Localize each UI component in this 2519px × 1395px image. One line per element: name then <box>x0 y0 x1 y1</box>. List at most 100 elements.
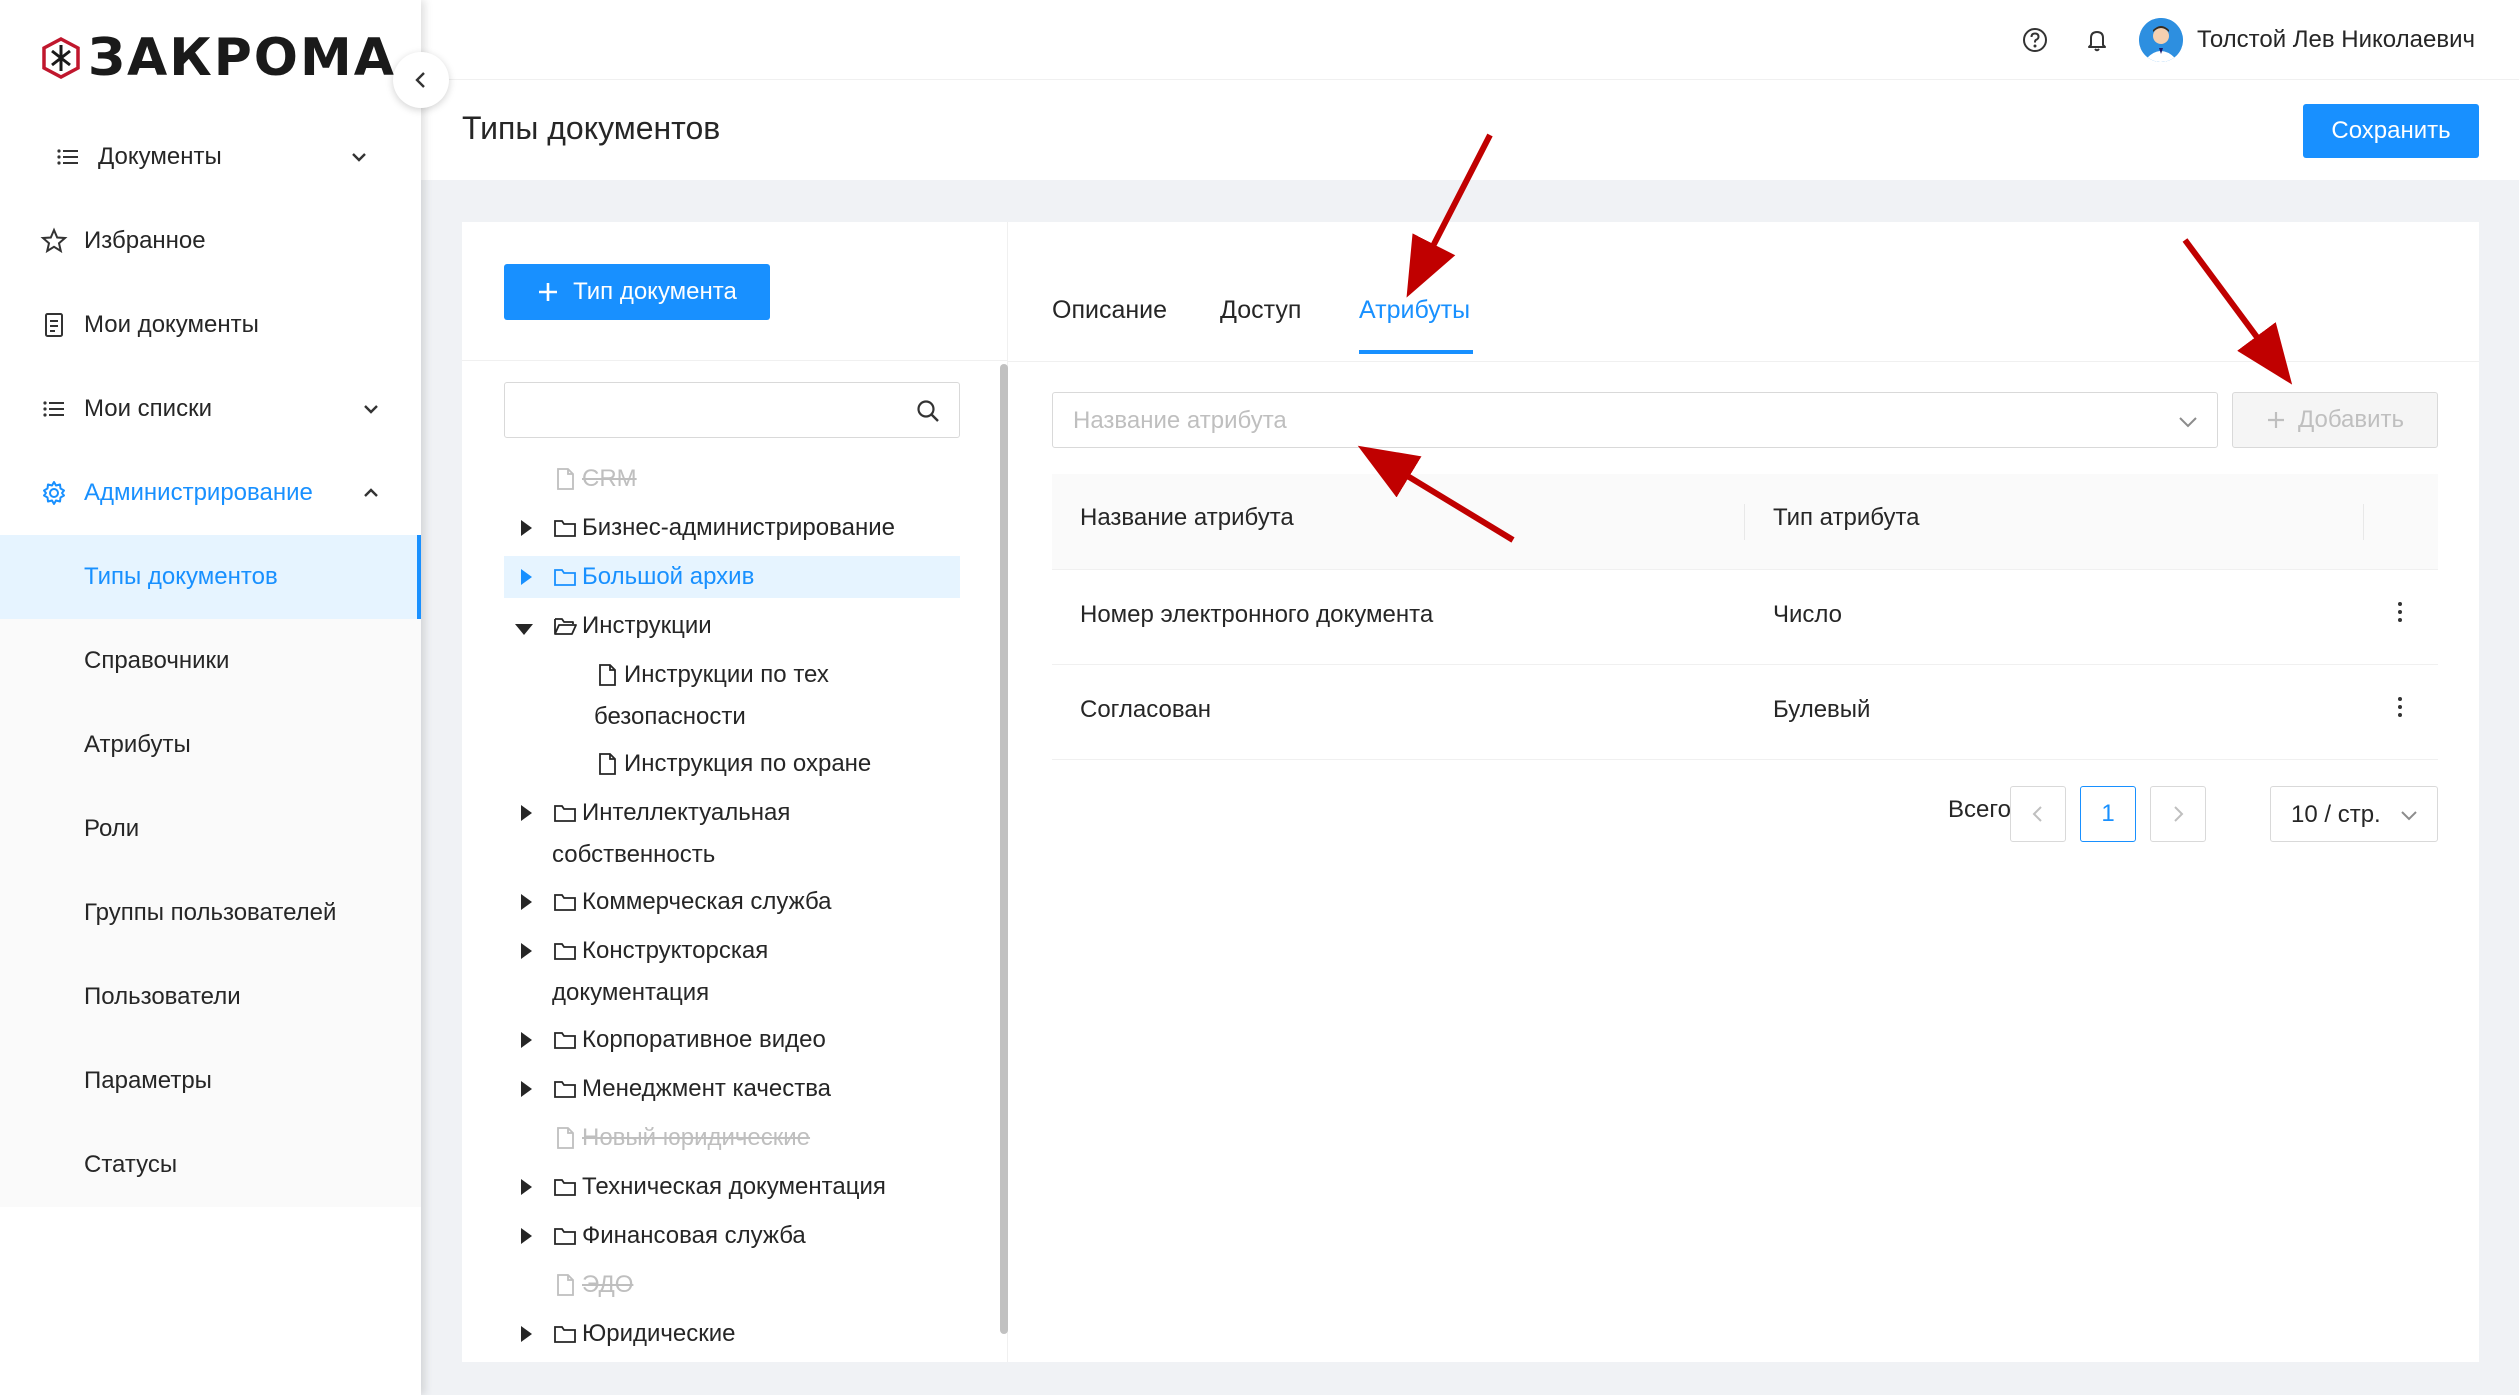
sidebar-subitem-label: Справочники <box>84 647 230 674</box>
chevron-right-icon <box>2174 806 2184 822</box>
tree-node[interactable]: Финансовая служба <box>552 1215 806 1257</box>
tree-node-label: Интеллектуальная <box>582 799 791 826</box>
caret-right-icon[interactable] <box>518 1080 534 1098</box>
tree-node[interactable]: Техническая документация <box>552 1166 886 1208</box>
column-divider <box>2363 504 2364 540</box>
sidebar-subitem-roles[interactable]: Роли <box>0 787 421 871</box>
folder-icon <box>554 1179 576 1196</box>
tree-node[interactable]: Инструкции <box>552 605 712 647</box>
sidebar-menu: Документы Избранное Мои документы Мои сп… <box>0 115 421 1207</box>
add-attribute-button[interactable]: Добавить <box>2232 392 2438 448</box>
sidebar-subitem-label: Статусы <box>84 1151 178 1178</box>
tree-scrollbar[interactable] <box>1000 364 1008 1334</box>
sidebar-subitem-label: Параметры <box>84 1067 212 1094</box>
folder-icon <box>554 1032 576 1049</box>
tab-access[interactable]: Доступ <box>1220 296 1301 325</box>
sidebar-subitem-directories[interactable]: Справочники <box>0 619 421 703</box>
sidebar-subitem-users[interactable]: Пользователи <box>0 955 421 1039</box>
tree-node-label: Инструкция по охране <box>624 750 872 777</box>
tree-node-label: Бизнес-администрирование <box>582 514 895 541</box>
folder-icon <box>554 943 576 960</box>
cell-attribute-name: Номер электронного документа <box>1080 601 1434 628</box>
divider <box>462 360 1007 361</box>
caret-right-icon[interactable] <box>518 1325 534 1343</box>
table-header: Название атрибута Тип атрибута <box>1052 474 2438 570</box>
caret-right-icon[interactable] <box>518 568 534 586</box>
folder-icon <box>554 805 576 822</box>
folder-icon <box>554 520 576 537</box>
tab-attributes[interactable]: Атрибуты <box>1359 296 1470 325</box>
sidebar-item-label: Администрирование <box>84 479 313 506</box>
document-icon <box>45 313 63 337</box>
tree-node[interactable]: Интеллектуальная <box>552 792 790 834</box>
tree-node-label: Новый юридические <box>582 1124 811 1151</box>
add-document-type-button[interactable]: Тип документа <box>504 264 770 320</box>
sidebar-subitem-statuses[interactable]: Статусы <box>0 1123 421 1207</box>
tree-node-label: Коммерческая служба <box>582 888 832 915</box>
sidebar-collapse-button[interactable] <box>393 52 449 108</box>
chevron-left-icon <box>415 72 425 88</box>
caret-right-icon[interactable] <box>518 804 534 822</box>
add-document-type-label: Тип документа <box>573 278 737 305</box>
more-vertical-icon[interactable] <box>2390 598 2410 626</box>
user-avatar-icon <box>2139 17 2184 62</box>
table-row[interactable]: Согласован Булевый <box>1052 665 2438 760</box>
sidebar-subitem-user-groups[interactable]: Группы пользователей <box>0 871 421 955</box>
tree-node[interactable]: Коммерческая служба <box>552 881 832 923</box>
tree-node[interactable]: ЭДО <box>552 1264 633 1306</box>
tree-node-label-line2: безопасности <box>594 703 746 730</box>
sidebar-item-label: Мои списки <box>84 395 212 422</box>
sidebar-subitem-document-types[interactable]: Типы документов <box>0 535 421 619</box>
tree-node[interactable]: Большой архив <box>552 556 754 598</box>
gear-icon <box>43 481 65 505</box>
page-size-select[interactable]: 10 / стр. <box>2270 786 2438 842</box>
sidebar-item-my-documents[interactable]: Мои документы <box>0 283 421 367</box>
tree-node[interactable]: Корпоративное видео <box>552 1019 826 1061</box>
attribute-select[interactable]: Название атрибута <box>1052 392 2218 448</box>
pagination-next-button[interactable] <box>2150 786 2206 842</box>
tree-node[interactable]: Юридические <box>552 1313 736 1355</box>
tree-node-label: ЭДО <box>582 1271 634 1298</box>
tree-node[interactable]: Инструкция по охране <box>594 743 871 785</box>
tree-node[interactable]: Менеджмент качества <box>552 1068 831 1110</box>
user-menu[interactable]: Толстой Лев Николаевич <box>2139 17 2475 62</box>
caret-right-icon[interactable] <box>518 893 534 911</box>
tree-node[interactable]: Бизнес-администрирование <box>552 507 895 549</box>
attributes-panel: Описание Доступ Атрибуты Название атрибу… <box>1008 222 2479 1362</box>
sidebar-item-my-lists[interactable]: Мои списки <box>0 367 421 451</box>
help-button[interactable] <box>2015 20 2055 60</box>
tab-ink-bar <box>1359 350 1473 354</box>
tree-node-label: Юридические <box>582 1320 736 1347</box>
pagination-page-1[interactable]: 1 <box>2080 786 2136 842</box>
caret-right-icon[interactable] <box>518 1178 534 1196</box>
logo[interactable]: ЗАКРОМА <box>40 28 396 88</box>
caret-right-icon[interactable] <box>518 1031 534 1049</box>
tree-node[interactable]: Новый юридические <box>552 1117 810 1159</box>
plus-icon <box>539 283 558 301</box>
sidebar-subitem-parameters[interactable]: Параметры <box>0 1039 421 1123</box>
save-button[interactable]: Сохранить <box>2303 104 2479 158</box>
tree-node[interactable]: Конструкторская <box>552 930 768 972</box>
chevron-up-icon <box>364 488 378 497</box>
tab-description[interactable]: Описание <box>1052 296 1167 325</box>
tree-node[interactable]: Инструкции по тех <box>594 654 829 696</box>
search-icon <box>917 400 939 422</box>
file-icon <box>557 468 574 490</box>
tree-search-input[interactable] <box>504 382 960 438</box>
caret-right-icon[interactable] <box>518 1227 534 1245</box>
chevron-down-icon <box>2401 811 2417 821</box>
caret-down-icon[interactable] <box>514 622 534 636</box>
sidebar-item-documents[interactable]: Документы <box>0 115 421 199</box>
folder-icon <box>554 1081 576 1098</box>
sidebar-subitem-attributes[interactable]: Атрибуты <box>0 703 421 787</box>
caret-right-icon[interactable] <box>518 942 534 960</box>
table-row[interactable]: Номер электронного документа Число <box>1052 570 2438 665</box>
caret-right-icon[interactable] <box>518 519 534 537</box>
more-vertical-icon[interactable] <box>2390 693 2410 721</box>
tree-node-label: Финансовая служба <box>582 1222 806 1249</box>
pagination-prev-button[interactable] <box>2010 786 2066 842</box>
sidebar-item-favorites[interactable]: Избранное <box>0 199 421 283</box>
tree-node[interactable]: CRM <box>552 458 637 500</box>
notifications-button[interactable] <box>2077 20 2117 60</box>
sidebar-item-administration[interactable]: Администрирование <box>0 451 421 535</box>
